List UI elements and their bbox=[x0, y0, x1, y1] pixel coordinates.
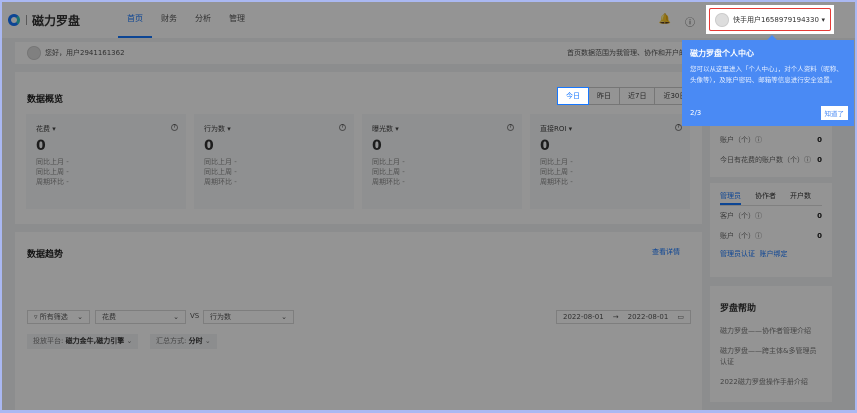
tooltip-step: 2/3 bbox=[690, 109, 702, 117]
guide-tooltip: 磁力罗盘个人中心 您可以从这里进入「个人中心」，对个人资料（昵称、头像等），及账… bbox=[682, 35, 854, 126]
app: 磁力罗盘 首页 财务 分析 管理 🔔 ⓘ 您好，用户2941161362 首页数据… bbox=[2, 2, 855, 410]
caret-down-icon: ▾ bbox=[821, 15, 825, 24]
tab-today[interactable]: 今日 bbox=[557, 87, 589, 105]
got-it-button[interactable]: 知道了 bbox=[820, 106, 848, 120]
user-menu-highlight: 快手用户1658979194330 ▾ bbox=[706, 5, 834, 34]
avatar bbox=[715, 12, 729, 27]
tooltip-body: 您可以从这里进入「个人中心」，对个人资料（昵称、头像等），及账户密码、邮箱等信息… bbox=[690, 65, 843, 84]
username: 快手用户1658979194330 bbox=[733, 15, 819, 24]
tooltip-title: 磁力罗盘个人中心 bbox=[690, 49, 754, 58]
user-menu[interactable]: 快手用户1658979194330 ▾ bbox=[709, 8, 831, 31]
